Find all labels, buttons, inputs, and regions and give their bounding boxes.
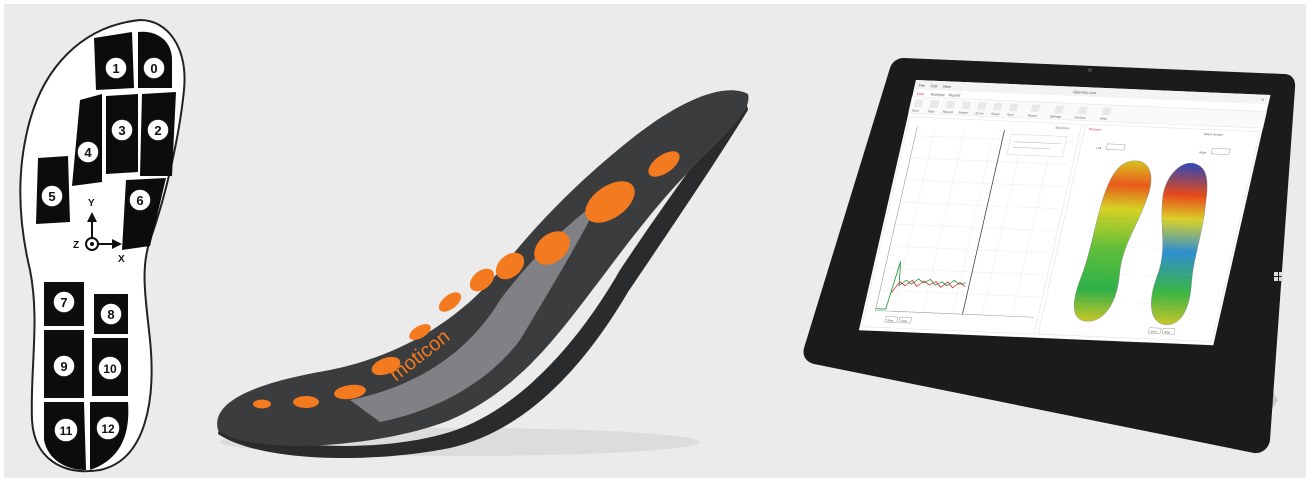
graph-start-button[interactable]: Start: [887, 318, 894, 322]
sensor-label-9: 9: [60, 359, 67, 374]
tablet-screen: File Edit View OpenGo Live × Live Analyz…: [858, 80, 1271, 346]
toolbar-stop[interactable]: Stop: [927, 109, 935, 113]
sensor-map: 1 0 4 3 2 5 6 7 8 9 10 11 12 Y X Z: [19, 18, 186, 473]
sensor-label-1: 1: [112, 61, 119, 76]
axis-label-z: Z: [73, 240, 79, 251]
axis-label-y: Y: [88, 198, 95, 209]
toolbar-help[interactable]: Help: [1100, 117, 1108, 121]
select-sensor-label[interactable]: Select Sensor: [1203, 132, 1223, 137]
toolbar-marker[interactable]: Marker: [958, 111, 969, 115]
tab-report[interactable]: Report: [948, 92, 962, 97]
sensor-label-11: 11: [60, 424, 73, 438]
axis-label-x: X: [118, 254, 125, 265]
tab-live[interactable]: Live: [916, 91, 924, 96]
toolbar-devices[interactable]: Devices: [1074, 115, 1087, 119]
graph-panel-title: Total force: [1055, 126, 1071, 130]
toolbar-start[interactable]: Start: [912, 109, 920, 113]
sensor-label-2: 2: [154, 123, 161, 138]
menu-view[interactable]: View: [942, 84, 952, 89]
sensor-label-4: 4: [84, 145, 92, 160]
map-panel-title: Pressure: [1088, 127, 1102, 131]
scene: 1 0 4 3 2 5 6 7 8 9 10 11 12 Y X Z motic…: [0, 0, 1312, 482]
sensor-label-0: 0: [150, 61, 157, 76]
insole-product: moticon: [217, 90, 749, 459]
sensor-label-6: 6: [136, 193, 143, 208]
toolbar-sync[interactable]: Sync: [1007, 113, 1015, 117]
sensor-label-8: 8: [107, 307, 114, 322]
map-start-button[interactable]: Start: [1150, 330, 1157, 334]
toolbar-zoom[interactable]: Zoom: [975, 111, 984, 115]
toolbar-settings[interactable]: Settings: [1049, 114, 1062, 118]
toolbar-export[interactable]: Export: [1027, 113, 1037, 117]
sensor-label-5: 5: [48, 189, 55, 204]
tablet-device: File Edit View OpenGo Live × Live Analyz…: [803, 58, 1296, 454]
legend-right-label: Right: [1199, 150, 1207, 154]
toolbar-reset[interactable]: Reset: [991, 112, 1000, 116]
sensor-label-7: 7: [60, 295, 67, 310]
sensor-label-10: 10: [103, 362, 117, 376]
sensor-label-3: 3: [118, 123, 125, 138]
tab-analyze[interactable]: Analyze: [930, 92, 945, 97]
toolbar-record[interactable]: Record: [942, 110, 953, 114]
menu-file[interactable]: File: [918, 83, 925, 88]
sensor-label-12: 12: [101, 422, 115, 436]
window-title: OpenGo Live: [1073, 89, 1097, 95]
insole-body: [217, 90, 749, 446]
